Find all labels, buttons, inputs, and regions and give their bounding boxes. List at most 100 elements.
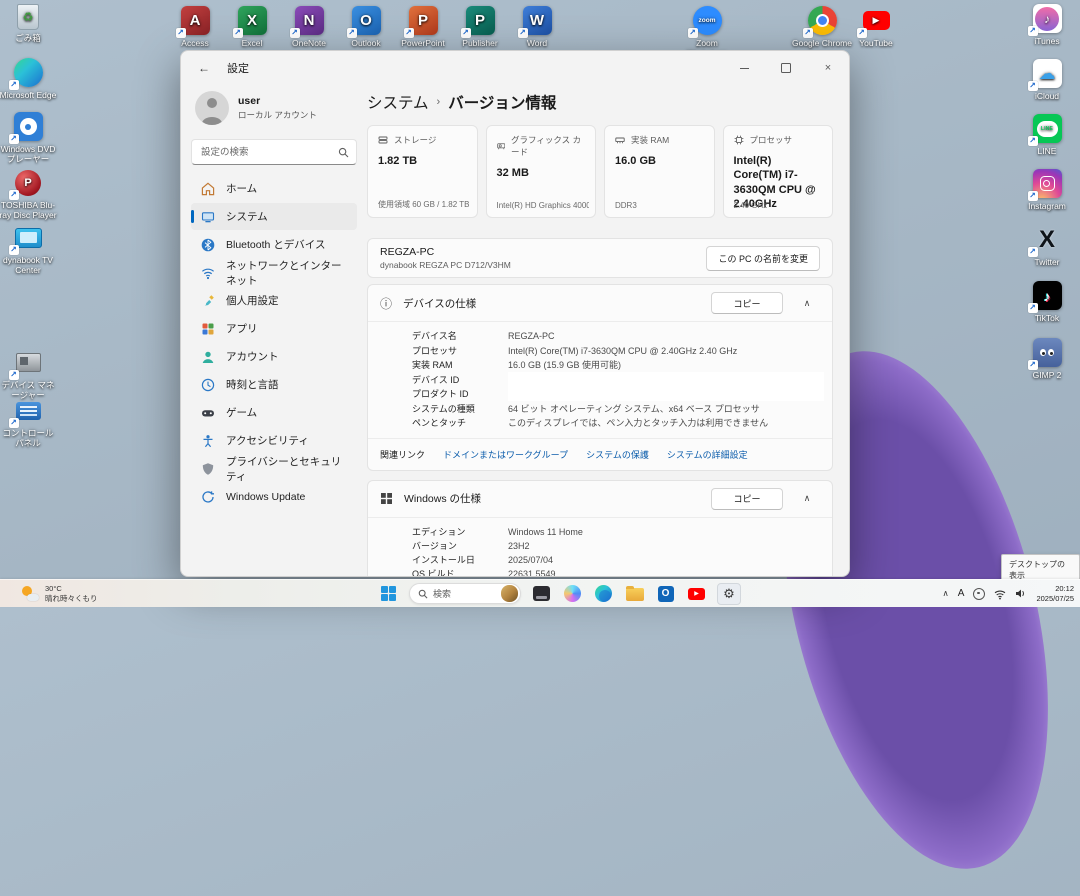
home-icon: [200, 181, 215, 196]
desktop-icon-twitter-x[interactable]: X↗ Twitter: [1015, 225, 1079, 267]
apps-icon: [200, 321, 215, 336]
powerpoint-icon: P↗: [409, 6, 438, 35]
desktop-icon-powerpoint[interactable]: P↗ PowerPoint: [391, 6, 455, 48]
link-system-protection[interactable]: システムの保護: [586, 448, 649, 461]
tray-chevron-up-icon[interactable]: ∧: [943, 588, 949, 599]
sidebar-item-privacy-security[interactable]: プライバシーとセキュリティ: [191, 455, 357, 482]
windows-grid-icon: [380, 492, 393, 505]
weather-desc: 晴れ時々くもり: [45, 594, 98, 603]
tray-date: 2025/07/25: [1036, 594, 1074, 604]
chevron-up-icon[interactable]: ∧: [794, 298, 820, 309]
desktop-icon-itunes[interactable]: ♪↗ iTunes: [1015, 4, 1079, 46]
sidebar-item-system[interactable]: システム: [191, 203, 357, 230]
gear-icon: ⚙: [723, 587, 735, 600]
card-graphics: グラフィックス カード 32 MB Intel(R) HD Graphics 4…: [486, 125, 597, 218]
control-panel-icon: ↗: [14, 396, 43, 425]
sidebar-item-apps[interactable]: アプリ: [191, 315, 357, 342]
gamepad-icon: [200, 405, 215, 420]
wifi-icon[interactable]: [994, 588, 1006, 600]
settings-search-input[interactable]: [199, 146, 338, 159]
windows-spec-header[interactable]: Windows の仕様 コピー ∧: [368, 481, 832, 517]
taskbar-explorer[interactable]: [624, 583, 645, 604]
desktop-icon-dvd-player[interactable]: ↗ Windows DVD プレーヤー: [0, 112, 57, 164]
desktop-icon-publisher[interactable]: P↗ Publisher: [448, 6, 512, 48]
youtube-icon: ▶↗: [862, 6, 891, 35]
sidebar-item-accounts[interactable]: アカウント: [191, 343, 357, 370]
minimize-button[interactable]: [723, 51, 765, 85]
rename-pc-button[interactable]: この PC の名前を変更: [706, 246, 820, 271]
desktop-icon-gimp[interactable]: ↗ GIMP 2: [1015, 338, 1079, 380]
outlook-icon: O: [658, 586, 674, 602]
desktop-icon-recycle-bin[interactable]: ♻ ごみ箱: [0, 4, 57, 43]
copy-device-spec-button[interactable]: コピー: [711, 292, 783, 314]
desktop-icon-line[interactable]: LINE↗ LINE: [1015, 114, 1079, 156]
desktop-icon-instagram[interactable]: ↗ Instagram: [1015, 169, 1079, 211]
account-block[interactable]: user ローカル アカウント: [195, 91, 357, 125]
taskbar-app-dark[interactable]: [531, 583, 552, 604]
ime-indicator[interactable]: A: [958, 588, 965, 599]
brush-icon: [200, 293, 215, 308]
chevron-up-icon[interactable]: ∧: [794, 493, 820, 504]
sidebar-item-accessibility[interactable]: アクセシビリティ: [191, 427, 357, 454]
maximize-button[interactable]: [765, 51, 807, 85]
wifi-icon: [200, 265, 215, 280]
start-button[interactable]: [378, 583, 399, 604]
taskbar-youtube[interactable]: ▶: [686, 583, 707, 604]
breadcrumb-parent[interactable]: システム: [367, 91, 429, 113]
copy-windows-spec-button[interactable]: コピー: [711, 488, 783, 510]
sidebar-item-home[interactable]: ホーム: [191, 175, 357, 202]
clock[interactable]: 20:12 2025/07/25: [1036, 584, 1074, 604]
settings-nav: ホーム システム Bluetooth とデバイス ネットワークとインターネット …: [191, 175, 357, 510]
info-icon: ⓘ: [380, 295, 392, 312]
taskbar-search[interactable]: 検索: [409, 583, 521, 604]
tray-app-icon[interactable]: [973, 588, 985, 600]
card-processor: プロセッサ Intel(R) Core(TM) i7-3630QM CPU @ …: [723, 125, 834, 218]
settings-main: システム › バージョン情報 ストレージ 1.82 TB 使用領域 60 GB …: [367, 85, 849, 576]
sidebar-item-label: ネットワークとインターネット: [226, 258, 348, 288]
desktop-icon-dynabook-tv[interactable]: ↗ dynabook TV Center: [0, 223, 57, 275]
sidebar-item-personalization[interactable]: 個人用設定: [191, 287, 357, 314]
desktop-icon-excel[interactable]: X↗ Excel: [220, 6, 284, 48]
search-icon: [338, 147, 349, 158]
word-icon: W↗: [523, 6, 552, 35]
weather-icon: [22, 586, 39, 601]
taskbar-edge[interactable]: [593, 583, 614, 604]
related-links: 関連リンク ドメインまたはワークグループ システムの保護 システムの詳細設定: [368, 438, 832, 470]
desktop-icon-word[interactable]: W↗ Word: [505, 6, 569, 48]
search-highlight-image: [501, 585, 518, 602]
volume-icon[interactable]: [1015, 588, 1027, 599]
taskbar-outlook[interactable]: O: [655, 583, 676, 604]
sidebar-item-gaming[interactable]: ゲーム: [191, 399, 357, 426]
device-spec-header[interactable]: ⓘ デバイスの仕様 コピー ∧: [368, 285, 832, 321]
desktop-icon-device-manager[interactable]: ↗ デバイス マネージャー: [0, 348, 57, 400]
folder-icon: [626, 588, 644, 601]
icloud-icon: ☁↗: [1033, 59, 1062, 88]
back-button[interactable]: ←: [191, 56, 217, 80]
link-advanced-system-settings[interactable]: システムの詳細設定: [667, 448, 748, 461]
desktop-icon-edge[interactable]: ↗ Microsoft Edge: [0, 58, 57, 100]
bluetooth-icon: [200, 237, 215, 252]
itunes-icon: ♪↗: [1033, 4, 1062, 33]
dark-app-icon: [533, 586, 550, 601]
link-domain-workgroup[interactable]: ドメインまたはワークグループ: [443, 448, 568, 461]
sidebar-item-time-language[interactable]: 時刻と言語: [191, 371, 357, 398]
weather-temp: 30°C: [45, 584, 98, 593]
close-button[interactable]: ×: [807, 51, 849, 85]
zoom-icon: zoom↗: [693, 6, 722, 35]
desktop-icon-access[interactable]: A↗ Access: [163, 6, 227, 48]
desktop-icon-control-panel[interactable]: ↗ コントロール パネル: [0, 396, 57, 448]
desktop-icon-tiktok[interactable]: ♪↗ TikTok: [1015, 281, 1079, 323]
avatar: [195, 91, 229, 125]
desktop-icon-youtube[interactable]: ▶↗ YouTube: [844, 6, 908, 48]
sidebar-item-bluetooth-devices[interactable]: Bluetooth とデバイス: [191, 231, 357, 258]
taskbar-copilot[interactable]: [562, 583, 583, 604]
taskbar-settings-active[interactable]: ⚙: [717, 583, 741, 605]
desktop-icon-onenote[interactable]: N↗ OneNote: [277, 6, 341, 48]
desktop-icon-outlook[interactable]: O↗ Outlook: [334, 6, 398, 48]
settings-search[interactable]: [191, 139, 357, 165]
weather-widget[interactable]: 30°C 晴れ時々くもり: [22, 580, 98, 607]
sidebar-item-windows-update[interactable]: Windows Update: [191, 483, 357, 510]
desktop-icon-toshiba-bluray[interactable]: P↗ TOSHIBA Blu-ray Disc Player: [0, 168, 57, 220]
sidebar-item-network[interactable]: ネットワークとインターネット: [191, 259, 357, 286]
desktop-icon-icloud[interactable]: ☁↗ iCloud: [1015, 59, 1079, 101]
